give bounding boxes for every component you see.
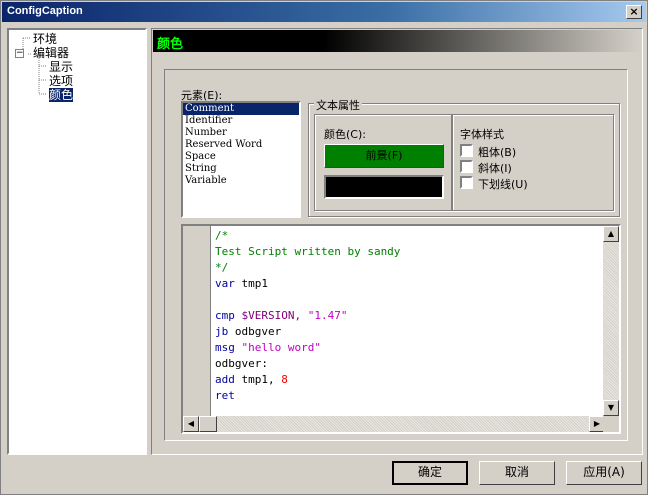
code-line: ret xyxy=(215,388,400,404)
background-color-button[interactable] xyxy=(324,175,444,199)
code-line: add tmp1, 8 xyxy=(215,372,400,388)
list-item[interactable]: Variable xyxy=(183,175,299,187)
code-token: msg xyxy=(215,341,235,354)
apply-button[interactable]: 应用(A) xyxy=(566,461,642,485)
panel-title: 颜色 xyxy=(157,37,184,52)
code-line: odbgver: xyxy=(215,357,268,370)
scroll-left-icon[interactable]: ◀ xyxy=(183,416,199,432)
underline-checkbox[interactable] xyxy=(460,176,473,189)
list-item[interactable]: String xyxy=(183,163,299,175)
code-content[interactable]: /* Test Script written by sandy */ var tmp1… xyxy=(215,228,400,404)
elements-list[interactable]: Comment Identifier Number Reserved Word … xyxy=(181,101,301,218)
foreground-color-button[interactable]: 前景(F) xyxy=(324,144,444,168)
code-line: msg "hello word" xyxy=(215,340,400,356)
code-token: add xyxy=(215,373,235,386)
color-label: 颜色(C): xyxy=(324,128,366,141)
scroll-thumb[interactable] xyxy=(199,416,217,432)
scroll-up-icon[interactable]: ▲ xyxy=(603,226,619,242)
code-preview-editor[interactable]: /* Test Script written by sandy */ var tmp1… xyxy=(181,224,621,434)
vertical-scrollbar[interactable]: ▲ ▼ xyxy=(603,226,619,416)
underline-label[interactable]: 下划线(U) xyxy=(478,176,528,192)
tree-item-colors[interactable]: 颜色 xyxy=(49,86,74,103)
list-item[interactable]: Identifier xyxy=(183,115,299,127)
font-style-label: 字体样式 xyxy=(460,128,504,141)
list-item[interactable]: Reserved Word xyxy=(183,139,299,151)
code-line: var tmp1 xyxy=(215,276,400,292)
code-line: /* xyxy=(215,229,229,242)
editor-gutter xyxy=(183,226,211,416)
code-token: tmp1, xyxy=(234,373,282,386)
ok-button[interactable]: 确定 xyxy=(392,461,468,485)
title-bar[interactable]: ConfigCaption × xyxy=(2,2,646,22)
list-item[interactable]: Comment xyxy=(183,103,299,115)
config-dialog: ConfigCaption × 环境 − 编辑器 显示 选项 颜色 颜色 元素(… xyxy=(0,0,648,495)
code-line: */ xyxy=(215,261,229,274)
list-item[interactable]: Number xyxy=(183,127,299,139)
code-token: $VERSION, xyxy=(234,309,308,322)
italic-label[interactable]: 斜体(I) xyxy=(478,160,512,176)
scroll-down-icon[interactable]: ▼ xyxy=(603,400,619,416)
code-line: Test Script written by sandy xyxy=(215,245,401,258)
tree-item-label: 颜色 xyxy=(49,88,74,102)
bold-label[interactable]: 粗体(B) xyxy=(478,144,516,160)
code-token: "hello word" xyxy=(241,341,321,354)
code-token: ret xyxy=(215,389,235,402)
code-token: "1.47" xyxy=(307,309,348,322)
settings-tree[interactable]: 环境 − 编辑器 显示 选项 颜色 xyxy=(7,28,147,455)
tree-lines xyxy=(22,37,47,95)
italic-checkbox[interactable] xyxy=(460,160,473,173)
text-attributes-legend: 文本属性 xyxy=(314,97,362,113)
scroll-corner xyxy=(603,416,619,432)
code-token: jb xyxy=(215,325,229,338)
panel-header: 颜色 xyxy=(153,30,641,52)
code-line: cmp $VERSION, "1.47" xyxy=(215,308,400,324)
code-token: tmp1 xyxy=(234,277,268,290)
cancel-button[interactable]: 取消 xyxy=(479,461,555,485)
code-token: odbgver xyxy=(228,325,282,338)
window-title: ConfigCaption xyxy=(7,5,83,17)
code-line: jb odbgver xyxy=(215,324,400,340)
bold-checkbox[interactable] xyxy=(460,144,473,157)
code-token: var xyxy=(215,277,235,290)
collapse-icon[interactable]: − xyxy=(15,49,24,58)
close-button[interactable]: × xyxy=(626,5,642,19)
list-item[interactable]: Space xyxy=(183,151,299,163)
code-token: cmp xyxy=(215,309,235,322)
code-token: 8 xyxy=(281,373,288,386)
horizontal-scrollbar[interactable]: ◀ ▶ xyxy=(183,416,605,432)
